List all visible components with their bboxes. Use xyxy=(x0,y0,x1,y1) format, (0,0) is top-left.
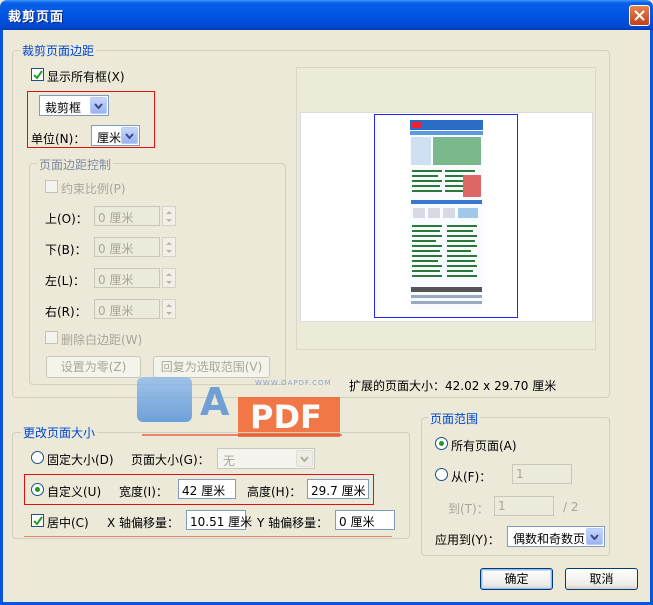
page-thumbnail-image xyxy=(410,120,483,310)
width-input[interactable]: 42 厘米 xyxy=(178,479,236,499)
close-button[interactable] xyxy=(629,5,650,26)
right-margin-input[interactable]: 0 厘米 xyxy=(94,299,160,319)
window-frame-left xyxy=(0,30,3,605)
apply-to-value: 偶数和奇数页 xyxy=(513,532,586,546)
unit-value: 厘米 xyxy=(97,131,122,145)
height-label: 高度(H)： xyxy=(247,485,302,499)
unit-label: 单位(N)： xyxy=(31,132,86,146)
watermark-underline-2 xyxy=(24,536,392,537)
x-offset-value: 10.51 厘米 xyxy=(190,515,253,529)
margin-control-legend: 页面边距控制 xyxy=(37,156,114,173)
x-offset-input[interactable]: 10.51 厘米 xyxy=(186,510,252,530)
bottom-margin-spinner[interactable] xyxy=(162,237,176,257)
preview-page-thumbnail xyxy=(374,114,518,318)
restore-selection-button[interactable]: 回复为选取范围(V) xyxy=(153,356,270,378)
custom-size-label: 自定义(U) xyxy=(47,485,102,499)
page-range-legend: 页面范围 xyxy=(428,410,481,427)
center-label: 居中(C) xyxy=(47,516,89,530)
top-margin-input[interactable]: 0 厘米 xyxy=(94,206,160,226)
width-label: 宽度(I)： xyxy=(119,485,168,499)
remove-white-margins-checkbox[interactable] xyxy=(45,331,58,344)
bottom-margin-value: 0 厘米 xyxy=(98,242,134,256)
x-offset-label: X 轴偏移量： xyxy=(107,516,180,530)
center-checkbox[interactable] xyxy=(31,514,44,527)
top-margin-label: 上(O)： xyxy=(45,212,88,226)
page-size-select[interactable]: 无 xyxy=(217,448,315,469)
cancel-button[interactable]: 取消 xyxy=(565,568,638,590)
right-margin-value: 0 厘米 xyxy=(98,304,134,318)
apply-to-select[interactable]: 偶数和奇数页 xyxy=(507,526,605,547)
height-value: 29.7 厘米 xyxy=(311,484,366,498)
crop-margins-legend: 裁剪页面边距 xyxy=(20,42,97,59)
page-from-radio[interactable] xyxy=(435,468,448,481)
set-to-zero-button[interactable]: 设置为零(Z) xyxy=(46,356,141,378)
all-pages-radio[interactable] xyxy=(435,437,448,450)
watermark-a: A xyxy=(200,380,230,424)
page-from-input[interactable]: 1 xyxy=(512,464,572,484)
custom-size-radio[interactable] xyxy=(31,483,44,496)
width-value: 42 厘米 xyxy=(182,484,226,498)
watermark-folder-icon xyxy=(137,377,192,422)
fixed-size-radio[interactable] xyxy=(31,451,44,464)
right-margin-label: 右(R)： xyxy=(45,305,87,319)
ok-button[interactable]: 确定 xyxy=(480,568,553,590)
page-to-label: 到(T)： xyxy=(448,502,489,516)
box-type-select[interactable]: 裁剪框 xyxy=(39,95,109,116)
checkmark-icon xyxy=(33,70,43,80)
checkmark-icon xyxy=(33,516,43,526)
fixed-size-label: 固定大小(D) xyxy=(47,453,114,467)
left-margin-input[interactable]: 0 厘米 xyxy=(94,268,160,288)
top-margin-value: 0 厘米 xyxy=(98,211,134,225)
page-from-value: 1 xyxy=(516,467,524,481)
show-all-boxes-checkbox[interactable] xyxy=(31,68,44,81)
right-margin-spinner[interactable] xyxy=(162,299,176,319)
left-margin-spinner[interactable] xyxy=(162,268,176,288)
page-to-value: 1 xyxy=(498,499,506,513)
watermark-url: WWW.OAPDF.COM xyxy=(255,379,332,387)
apply-to-label: 应用到(Y)： xyxy=(435,533,500,547)
left-margin-label: 左(L)： xyxy=(45,274,86,288)
unit-select[interactable]: 厘米 xyxy=(91,125,140,146)
left-margin-value: 0 厘米 xyxy=(98,273,134,287)
chevron-down-icon xyxy=(296,450,313,467)
height-input[interactable]: 29.7 厘米 xyxy=(307,479,369,499)
constrain-proportions-checkbox[interactable] xyxy=(45,180,58,193)
bottom-margin-label: 下(B)： xyxy=(45,243,87,257)
bottom-margin-input[interactable]: 0 厘米 xyxy=(94,237,160,257)
chevron-down-icon xyxy=(90,97,107,114)
show-all-boxes-label: 显示所有框(X) xyxy=(47,70,125,84)
change-page-size-legend: 更改页面大小 xyxy=(21,424,98,441)
watermark-pdf: PDF xyxy=(238,397,340,437)
chevron-down-icon xyxy=(121,127,138,144)
constrain-proportions-label: 约束比例(P) xyxy=(61,182,126,196)
all-pages-label: 所有页面(A) xyxy=(451,439,517,453)
page-size-label: 页面大小(G)： xyxy=(131,453,210,467)
y-offset-label: Y 轴偏移量： xyxy=(257,516,329,530)
page-to-input[interactable]: 1 xyxy=(494,496,554,516)
box-type-value: 裁剪框 xyxy=(45,101,82,115)
title-bar xyxy=(0,0,653,30)
close-icon xyxy=(634,10,645,21)
top-margin-spinner[interactable] xyxy=(162,206,176,226)
window-title: 裁剪页面 xyxy=(8,10,65,25)
page-total-label: / 2 xyxy=(563,500,579,514)
remove-white-margins-label: 删除白边距(W) xyxy=(61,333,143,347)
extended-page-size-label: 扩展的页面大小：42.02 x 29.70 厘米 xyxy=(349,379,557,393)
y-offset-input[interactable]: 0 厘米 xyxy=(335,510,395,530)
chevron-down-icon xyxy=(586,528,603,545)
page-from-label: 从(F)： xyxy=(451,470,492,484)
page-size-value: 无 xyxy=(223,454,236,468)
y-offset-value: 0 厘米 xyxy=(339,515,375,529)
